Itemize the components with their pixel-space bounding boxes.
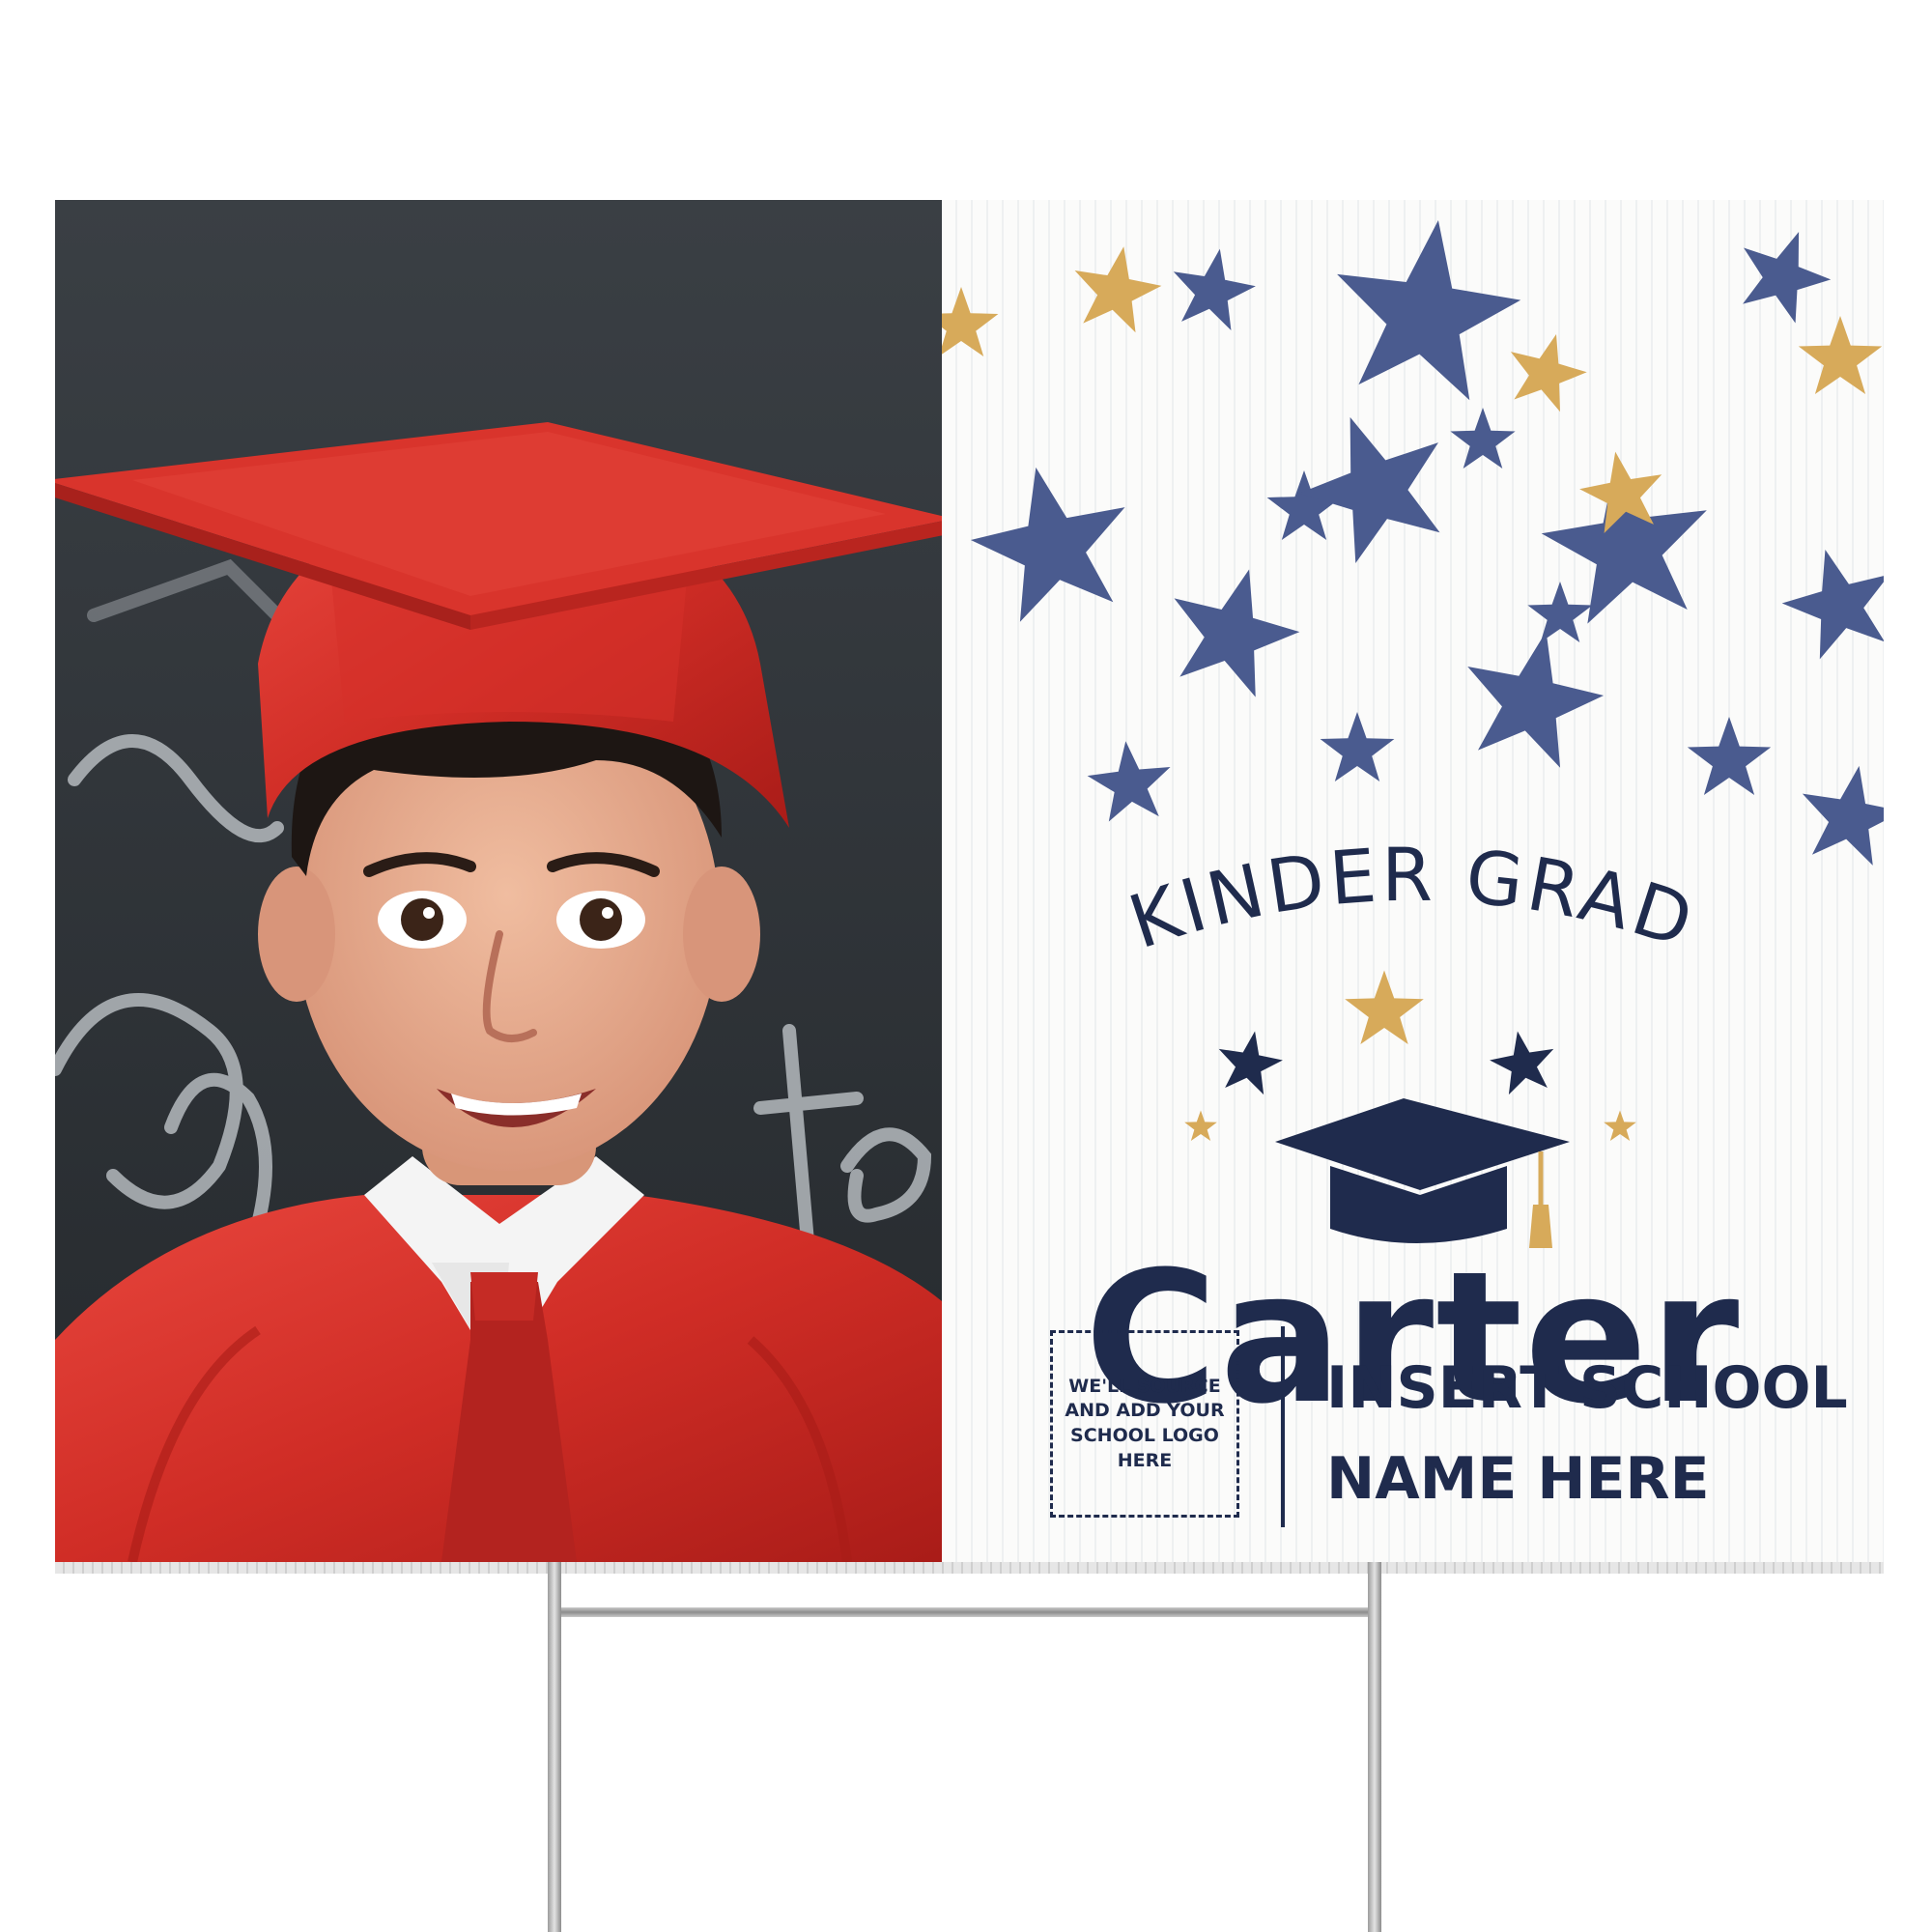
headline-text: KINDER GRAD [1119,832,1702,966]
school-name: INSERT SCHOOL NAME HERE [1326,1343,1867,1524]
yard-sign: KINDER GRAD Carter WE'LL SOURCE AND ADD … [55,200,1884,1562]
school-logo-placeholder: WE'LL SOURCE AND ADD YOUR SCHOOL LOGO HE… [1050,1330,1239,1518]
school-name-line-1: INSERT SCHOOL [1326,1354,1848,1422]
design-panel: KINDER GRAD Carter WE'LL SOURCE AND ADD … [942,200,1884,1562]
sign-edge [55,1562,1884,1574]
stake-right [1368,1562,1381,1932]
kinder-grad-headline: KINDER GRAD [1119,832,1706,966]
photo-illustration [55,200,942,1562]
student-photo [55,200,942,1562]
school-name-line-2: NAME HERE [1326,1445,1710,1513]
stake-crossbar [554,1607,1372,1617]
graduation-cap-icon [1275,1098,1570,1248]
divider [1281,1326,1285,1527]
logo-placeholder-text: WE'LL SOURCE AND ADD YOUR SCHOOL LOGO HE… [1065,1375,1225,1471]
stake-left [548,1562,561,1932]
